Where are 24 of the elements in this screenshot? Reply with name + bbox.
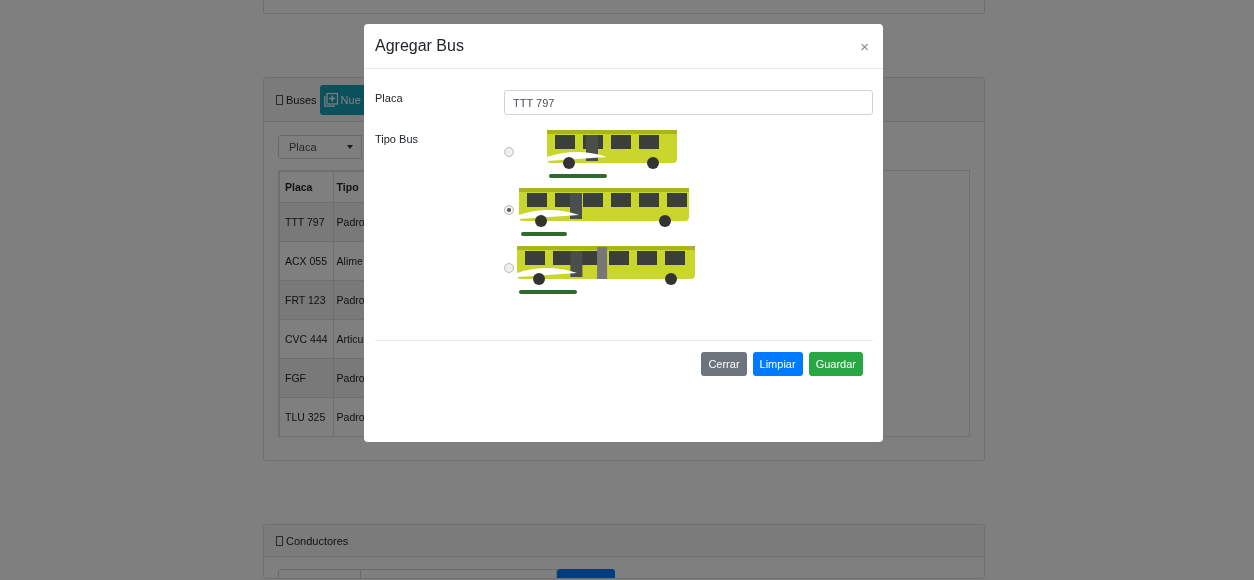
close-button[interactable]: × xyxy=(856,37,873,55)
field-label: Tipo Bus xyxy=(375,133,419,147)
caret-icon xyxy=(347,145,353,149)
panel-title: Conductores xyxy=(286,534,349,547)
panel-title: Buses xyxy=(286,93,317,106)
column-header: Placa xyxy=(279,171,334,203)
table-cell: TTT 797 xyxy=(279,202,334,242)
table-cell: FGF xyxy=(279,358,334,398)
square-icon xyxy=(276,94,283,105)
radio-button[interactable] xyxy=(504,147,514,157)
radio-button[interactable] xyxy=(504,263,514,273)
filter-select[interactable]: Placa xyxy=(278,135,362,159)
input-field[interactable]: TTT 797 xyxy=(504,90,873,115)
footer-button[interactable]: Cerrar xyxy=(701,352,747,376)
radio-button[interactable] xyxy=(504,205,514,215)
modal-title: Agregar Bus xyxy=(375,37,464,55)
table-cell: ACX 055 xyxy=(279,241,334,281)
table-cell: FRT 123 xyxy=(279,280,334,320)
footer-button[interactable]: Limpiar xyxy=(752,352,803,376)
footer-button[interactable]: Guardar xyxy=(808,352,863,376)
table-cell: CVC 444 xyxy=(279,319,334,359)
table-cell: TLU 325 xyxy=(279,397,334,437)
square-icon xyxy=(276,535,283,546)
plus-square-icon xyxy=(323,92,338,107)
